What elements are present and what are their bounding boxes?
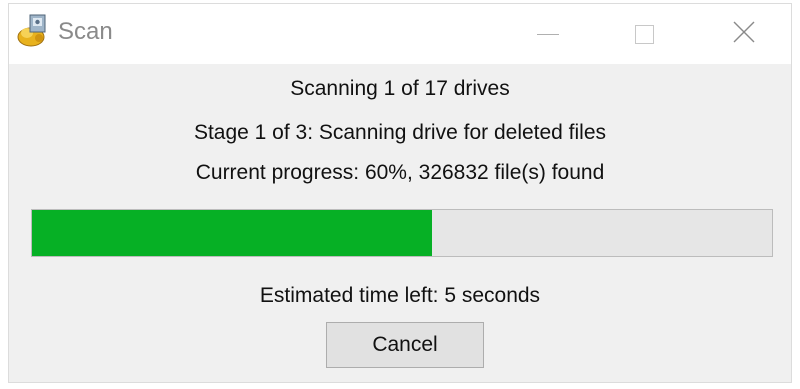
scan-progress-bar bbox=[31, 209, 773, 257]
stage-status-text: Stage 1 of 3: Scanning drive for deleted… bbox=[193, 121, 607, 144]
scan-dialog: Scan Scanning 1 of 17 drives Stage 1 of … bbox=[8, 3, 792, 383]
title-bar[interactable]: Scan bbox=[9, 4, 791, 64]
close-button[interactable] bbox=[698, 4, 790, 64]
maximize-button[interactable] bbox=[598, 4, 690, 64]
scan-app-icon bbox=[15, 13, 51, 49]
window-title: Scan bbox=[58, 18, 113, 45]
dialog-content: Scanning 1 of 17 drives Stage 1 of 3: Sc… bbox=[9, 64, 791, 384]
minimize-icon bbox=[537, 33, 559, 35]
minimize-button[interactable] bbox=[502, 4, 594, 64]
close-icon bbox=[733, 21, 755, 48]
progress-bar-fill bbox=[32, 210, 432, 256]
progress-status-text: Current progress: 60%, 326832 file(s) fo… bbox=[195, 161, 605, 184]
maximize-icon bbox=[634, 24, 654, 44]
time-left-text: Estimated time left: 5 seconds bbox=[259, 284, 541, 307]
cancel-button[interactable]: Cancel bbox=[326, 322, 484, 368]
drives-status-text: Scanning 1 of 17 drives bbox=[290, 77, 510, 100]
